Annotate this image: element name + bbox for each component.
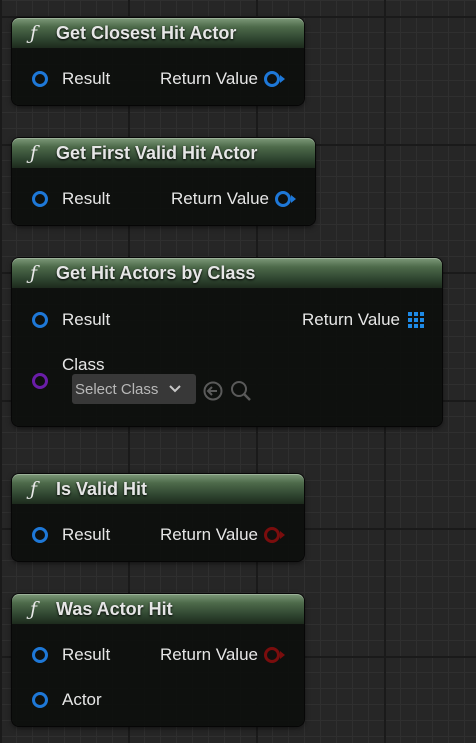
result-pin-row[interactable]: Result: [32, 643, 110, 667]
function-icon: ƒ: [30, 597, 38, 620]
struct-output-pin-icon[interactable]: [275, 191, 297, 207]
boolean-output-pin-icon[interactable]: [264, 527, 286, 543]
node-title: Get First Valid Hit Actor: [56, 142, 258, 163]
pin-label: Result: [62, 69, 111, 88]
function-icon: ƒ: [30, 261, 38, 284]
node-get-closest-hit-actor[interactable]: ƒ Get Closest Hit Actor Result Return Va…: [12, 18, 304, 105]
struct-input-pin-icon[interactable]: [32, 647, 48, 663]
function-icon: ƒ: [30, 477, 38, 500]
pin-label: Result: [62, 645, 111, 664]
struct-input-pin-icon[interactable]: [32, 312, 48, 328]
class-input-pin-icon[interactable]: [32, 373, 48, 389]
return-value-pin-row[interactable]: Return Value: [302, 308, 424, 332]
pin-label: Return Value: [302, 310, 400, 329]
pin-label: Return Value: [171, 189, 269, 208]
node-is-valid-hit[interactable]: ƒ Is Valid Hit Result Return Value: [12, 474, 304, 561]
class-select-value: Select Class: [75, 380, 159, 398]
pin-label: Class: [62, 355, 105, 374]
array-output-pin-icon[interactable]: [408, 312, 424, 328]
node-header[interactable]: ƒ Is Valid Hit: [12, 474, 304, 504]
node-title: Is Valid Hit: [56, 478, 148, 499]
return-value-pin-row[interactable]: Return Value: [160, 643, 286, 667]
node-title: Get Hit Actors by Class: [56, 262, 256, 283]
struct-input-pin-icon[interactable]: [32, 71, 48, 87]
function-icon: ƒ: [30, 21, 38, 44]
node-title: Get Closest Hit Actor: [56, 22, 237, 43]
node-title: Was Actor Hit: [56, 598, 173, 619]
result-pin-row[interactable]: Result: [32, 308, 110, 332]
result-pin-row[interactable]: Result: [32, 67, 110, 91]
node-header[interactable]: ƒ Get Hit Actors by Class: [12, 258, 442, 288]
node-get-hit-actors-by-class[interactable]: ƒ Get Hit Actors by Class Result Return …: [12, 258, 442, 426]
pin-label: Return Value: [160, 69, 258, 88]
object-input-pin-icon[interactable]: [32, 692, 48, 708]
node-header[interactable]: ƒ Get First Valid Hit Actor: [12, 138, 315, 168]
result-pin-row[interactable]: Result: [32, 523, 110, 547]
result-pin-row[interactable]: Result: [32, 187, 110, 211]
struct-input-pin-icon[interactable]: [32, 191, 48, 207]
class-select-dropdown[interactable]: Select Class: [72, 374, 196, 404]
browse-search-icon[interactable]: [229, 380, 253, 402]
chevron-down-icon: [169, 385, 182, 393]
node-get-first-valid-hit-actor[interactable]: ƒ Get First Valid Hit Actor Result Retur…: [12, 138, 315, 225]
return-value-pin-row[interactable]: Return Value: [160, 67, 286, 91]
node-header[interactable]: ƒ Get Closest Hit Actor: [12, 18, 304, 48]
pin-label: Return Value: [160, 525, 258, 544]
pin-label: Result: [62, 310, 111, 329]
return-value-pin-row[interactable]: Return Value: [160, 523, 286, 547]
node-header[interactable]: ƒ Was Actor Hit: [12, 594, 304, 624]
pin-label: Actor: [62, 690, 102, 709]
return-value-pin-row[interactable]: Return Value: [171, 187, 297, 211]
pin-label: Return Value: [160, 645, 258, 664]
struct-output-pin-icon[interactable]: [264, 71, 286, 87]
node-was-actor-hit[interactable]: ƒ Was Actor Hit Result Return Value Acto…: [12, 594, 304, 726]
actor-pin-row[interactable]: Actor: [32, 688, 102, 712]
function-icon: ƒ: [30, 141, 38, 164]
boolean-output-pin-icon[interactable]: [264, 647, 286, 663]
pin-label: Result: [62, 525, 111, 544]
pin-label: Result: [62, 189, 111, 208]
use-selected-asset-icon[interactable]: [202, 380, 224, 402]
struct-input-pin-icon[interactable]: [32, 527, 48, 543]
